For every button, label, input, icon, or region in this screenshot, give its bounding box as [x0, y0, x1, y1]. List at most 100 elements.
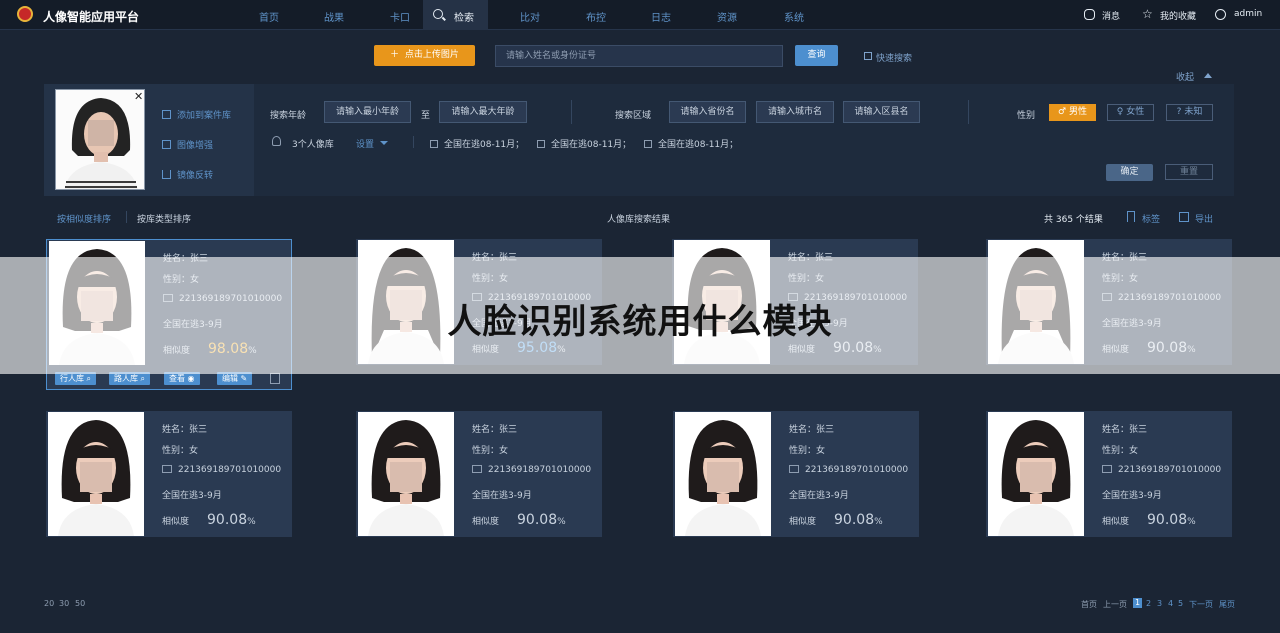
library-tag[interactable]: 全国在逃08-11月；: [537, 137, 631, 150]
add-to-case-button[interactable]: 添加到案件库: [162, 108, 231, 121]
user-icon: [1215, 9, 1226, 20]
close-icon[interactable]: ✕: [134, 90, 143, 103]
similarity-label: 相似度: [789, 517, 817, 527]
result-name: 姓名：张三: [472, 425, 518, 435]
library-icon: [430, 140, 438, 148]
region-label: 搜索区域: [615, 111, 652, 121]
similarity-unit: %: [1187, 517, 1196, 527]
id-card-icon: [472, 465, 482, 473]
result-library: 全国在逃3-9月: [472, 491, 532, 501]
divider: [968, 100, 969, 124]
page-first[interactable]: 首页: [1081, 599, 1097, 610]
similarity-value: 90.08: [207, 512, 248, 528]
nav-search-label: 检索: [454, 13, 474, 24]
banner-title: 人脸识别系统用什么模块: [447, 302, 833, 342]
result-library: 全国在逃3-9月: [1102, 491, 1162, 501]
collapse-link[interactable]: 收起: [1176, 70, 1194, 83]
gender-unknown-button[interactable]: ? 未知: [1166, 104, 1213, 121]
upload-image-button[interactable]: ＋ 点击上传图片: [374, 45, 475, 66]
page-size-20[interactable]: 20: [44, 599, 54, 608]
gender-label: 性别: [1017, 111, 1036, 121]
divider: [126, 211, 127, 223]
libraries-count: 3个人像库: [292, 140, 334, 150]
similarity-unit: %: [247, 517, 256, 527]
result-card[interactable]: 姓名：张三 性别：女 221369189701010000 全国在逃3-9月 相…: [46, 411, 292, 537]
nav-compare[interactable]: 比对: [520, 9, 540, 24]
result-library: 全国在逃3-9月: [789, 491, 849, 501]
province-input[interactable]: 请输入省份名: [669, 101, 746, 123]
gender-unknown-label: 未知: [1184, 107, 1203, 117]
export-icon: [1179, 212, 1189, 222]
search-icon: [433, 9, 443, 19]
confirm-button[interactable]: 确定: [1106, 164, 1153, 181]
image-enhance-button[interactable]: 图像增强: [162, 138, 213, 151]
chevron-down-icon: [380, 141, 388, 145]
age-label: 搜索年龄: [270, 111, 307, 121]
library-tag[interactable]: 全国在逃08-11月；: [644, 137, 738, 150]
person-icon: [272, 136, 281, 146]
nav-system[interactable]: 系统: [784, 9, 804, 24]
page-size-30[interactable]: 30: [59, 599, 69, 608]
messages-link[interactable]: 消息: [1102, 9, 1120, 22]
mirror-flip-button[interactable]: 镜像反转: [162, 168, 213, 181]
user-menu[interactable]: admin: [1234, 9, 1262, 19]
result-name: 姓名：张三: [789, 425, 835, 435]
favorites-link[interactable]: 我的收藏: [1160, 9, 1196, 22]
settings-dropdown[interactable]: 设置: [356, 137, 374, 150]
similarity-unit: %: [874, 517, 883, 527]
city-input[interactable]: 请输入城市名: [756, 101, 834, 123]
quick-search-checkbox[interactable]: [864, 52, 872, 60]
gender-male-label: 男性: [1068, 107, 1087, 117]
star-icon: ☆: [1142, 7, 1153, 21]
page-5[interactable]: 5: [1178, 599, 1183, 608]
nav-home[interactable]: 首页: [259, 9, 279, 24]
gender-female-label: 女性: [1126, 107, 1145, 117]
female-icon: ♀: [1116, 107, 1127, 117]
library-tag[interactable]: 全国在逃08-11月；: [430, 137, 524, 150]
gender-female-button[interactable]: ♀ 女性: [1107, 104, 1154, 121]
query-button[interactable]: 查询: [795, 45, 838, 66]
road-library-label: 路人库: [114, 374, 138, 383]
result-gender: 性别：女: [789, 446, 826, 456]
app-title: 人像智能应用平台: [43, 10, 140, 24]
id-card-icon: [1102, 465, 1112, 473]
reset-button[interactable]: 重置: [1165, 164, 1213, 180]
page-current[interactable]: 1: [1133, 598, 1142, 608]
mirror-flip-label: 镜像反转: [177, 171, 214, 181]
page-2[interactable]: 2: [1146, 599, 1151, 608]
message-icon: [1084, 9, 1095, 20]
trash-icon[interactable]: [270, 373, 280, 384]
page-size-50[interactable]: 50: [75, 599, 85, 608]
page-last[interactable]: 尾页: [1219, 599, 1235, 610]
result-card[interactable]: 姓名：张三 性别：女 221369189701010000 全国在逃3-9月 相…: [673, 411, 919, 537]
nav-results[interactable]: 战果: [324, 9, 344, 24]
sort-by-library[interactable]: 按库类型排序: [137, 212, 191, 225]
sort-by-similarity[interactable]: 按相似度排序: [57, 212, 111, 225]
search-input[interactable]: 请输入姓名或身份证号: [495, 45, 783, 67]
tag-button[interactable]: 标签: [1142, 212, 1160, 225]
page-3[interactable]: 3: [1157, 599, 1162, 608]
nav-checkpoint[interactable]: 卡口: [390, 9, 410, 24]
result-similarity: 相似度 90.08%: [162, 512, 256, 528]
in-library-label: 行人库: [60, 374, 84, 383]
page-4[interactable]: 4: [1168, 599, 1173, 608]
gender-male-button[interactable]: ♂ 男性: [1049, 104, 1096, 121]
page-prev[interactable]: 上一页: [1103, 599, 1127, 610]
export-button[interactable]: 导出: [1195, 212, 1213, 225]
similarity-label: 相似度: [472, 517, 500, 527]
bookmark-icon: [1127, 211, 1135, 222]
nav-control[interactable]: 布控: [586, 9, 606, 24]
result-card[interactable]: 姓名：张三 性别：女 221369189701010000 全国在逃3-9月 相…: [356, 411, 602, 537]
page-next[interactable]: 下一页: [1189, 599, 1213, 610]
result-photo: [48, 412, 144, 536]
similarity-label: 相似度: [162, 517, 190, 527]
age-max-input[interactable]: 请输入最大年龄: [439, 101, 527, 123]
age-min-input[interactable]: 请输入最小年龄: [324, 101, 411, 123]
result-id: 221369189701010000: [162, 465, 281, 475]
edit-label: 编辑: [222, 374, 238, 383]
nav-log[interactable]: 日志: [651, 9, 671, 24]
nav-search[interactable]: 检索: [423, 0, 488, 30]
district-input[interactable]: 请输入区县名: [843, 101, 920, 123]
result-card[interactable]: 姓名：张三 性别：女 221369189701010000 全国在逃3-9月 相…: [986, 411, 1232, 537]
nav-resources[interactable]: 资源: [717, 9, 737, 24]
